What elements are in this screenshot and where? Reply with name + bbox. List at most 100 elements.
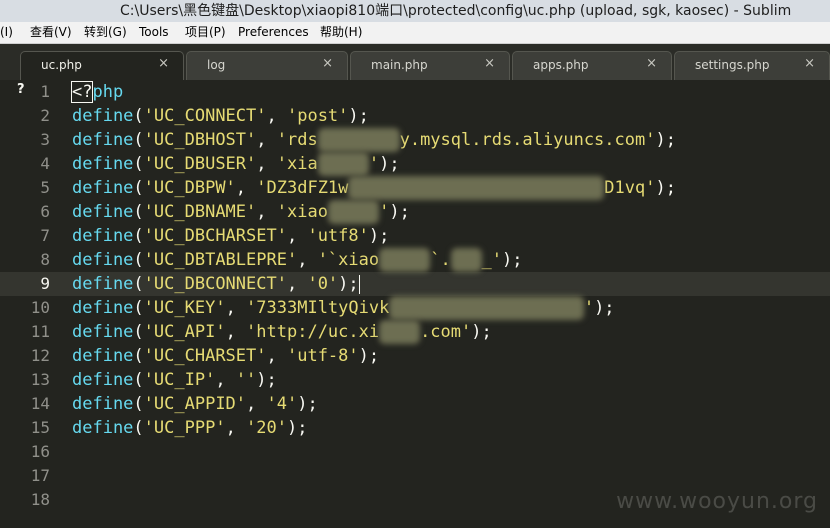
- close-paren: );: [379, 154, 400, 174]
- open-paren: (: [133, 202, 144, 222]
- constant-name: 'UC_DBCHARSET': [143, 226, 287, 246]
- line-number: 14: [30, 394, 50, 413]
- constant-value-rest: .com': [420, 322, 472, 342]
- comma: ,: [286, 274, 308, 294]
- open-paren: (: [133, 178, 144, 198]
- menu-item-project[interactable]: 项目(P): [185, 22, 226, 43]
- code-line-9: define('UC_DBCONNECT', '0');: [72, 272, 360, 296]
- constant-name: 'UC_CONNECT': [143, 106, 267, 126]
- close-paren: );: [348, 106, 369, 126]
- window-title: C:\Users\黑色键盘\Desktop\xiaopi810端口\protec…: [120, 3, 792, 19]
- code-line-7: define('UC_DBCHARSET', 'utf8');: [72, 224, 389, 248]
- line-number: 12: [30, 346, 50, 365]
- close-icon[interactable]: ×: [322, 56, 333, 71]
- code-line-10: define('UC_KEY', '7333MIltyQivkxxxxxxxxx…: [72, 296, 615, 320]
- close-paren: );: [655, 130, 676, 150]
- constant-value: 'DZ3dFZ1w: [256, 178, 349, 198]
- text-cursor: [358, 274, 360, 294]
- code-line-4: define('UC_DBUSER', 'xiaxxxxx');: [72, 152, 400, 176]
- close-paren: );: [594, 298, 615, 318]
- close-paren: );: [389, 202, 410, 222]
- tab-settings-php[interactable]: settings.php ×: [674, 51, 830, 80]
- constant-value-rest: ': [379, 202, 390, 222]
- close-icon[interactable]: ×: [646, 56, 657, 71]
- comma: ,: [297, 250, 318, 270]
- tab-log[interactable]: log ×: [186, 51, 348, 80]
- define-keyword: define: [72, 226, 134, 246]
- redacted-blur: xxxxxxxxxxxxxxxxxxxxxxxxx: [348, 176, 605, 200]
- define-keyword: define: [72, 274, 134, 294]
- tab-label: main.php: [371, 58, 428, 72]
- line-number: 11: [30, 322, 50, 341]
- constant-name: 'UC_IP': [143, 370, 216, 390]
- comma: ,: [246, 394, 267, 414]
- close-paren: );: [287, 418, 308, 438]
- constant-name: 'UC_DBPW': [143, 178, 236, 198]
- constant-name: 'UC_DBUSER': [143, 154, 257, 174]
- menu-item-help[interactable]: 帮助(H): [320, 22, 362, 43]
- tab-label: apps.php: [533, 58, 589, 72]
- define-keyword: define: [72, 250, 134, 270]
- redacted-blur: xxxxx: [317, 152, 369, 176]
- constant-name: 'UC_API': [143, 322, 226, 342]
- open-paren: (: [133, 298, 144, 318]
- line-number: 3: [40, 130, 50, 149]
- define-keyword: define: [72, 202, 134, 222]
- redacted-blur: xxxxx: [327, 200, 380, 224]
- menu-item-preferences[interactable]: Preferences: [238, 22, 309, 43]
- comma: ,: [266, 346, 287, 366]
- constant-name: 'UC_KEY': [143, 298, 226, 318]
- redacted-blur: xxxxx: [379, 248, 431, 272]
- window-titlebar: C:\Users\黑色键盘\Desktop\xiaopi810端口\protec…: [0, 0, 830, 22]
- redacted-blur: xxx: [450, 248, 482, 272]
- code-line-8: define('UC_DBTABLEPRE', '`xiaoxxxxx`.xxx…: [72, 248, 522, 272]
- constant-value: 'http://uc.xi: [246, 322, 380, 342]
- tab-main-php[interactable]: main.php ×: [350, 51, 510, 80]
- menu-item-partial[interactable]: (I): [0, 22, 13, 43]
- constant-name: 'UC_CHARSET': [143, 346, 267, 366]
- comma: ,: [215, 370, 236, 390]
- close-paren: );: [368, 226, 390, 246]
- constant-name: 'UC_DBCONNECT': [143, 274, 287, 294]
- close-icon[interactable]: ×: [158, 56, 169, 71]
- constant-value: '4': [266, 394, 298, 414]
- constant-name: 'UC_DBTABLEPRE': [143, 250, 298, 270]
- code-line-2: define('UC_CONNECT', 'post');: [72, 104, 369, 128]
- constant-value: '7333MIltyQivk: [246, 298, 390, 318]
- comma: ,: [256, 130, 277, 150]
- redacted-blur: xxxxxxxxxxxxxxxxxxx: [389, 296, 584, 320]
- menu-bar: (I) 查看(V) 转到(G) Tools 项目(P) Preferences …: [0, 22, 830, 44]
- constant-value: 'rds: [276, 130, 318, 150]
- define-keyword: define: [72, 130, 134, 150]
- close-paren: );: [297, 394, 318, 414]
- constant-value-mid: `.: [430, 250, 451, 270]
- tab-apps-php[interactable]: apps.php ×: [512, 51, 672, 80]
- line-number: 10: [30, 298, 50, 317]
- close-icon[interactable]: ×: [484, 56, 495, 71]
- code-line-14: define('UC_APPID', '4');: [72, 392, 318, 416]
- tab-label: settings.php: [695, 58, 770, 72]
- line-number: 15: [30, 418, 50, 437]
- define-keyword: define: [72, 418, 134, 438]
- comma: ,: [256, 154, 277, 174]
- define-keyword: define: [72, 370, 134, 390]
- line-number: 2: [40, 106, 50, 125]
- line-number: 4: [40, 154, 50, 173]
- php-keyword: php: [92, 82, 124, 102]
- open-paren: (: [133, 130, 144, 150]
- constant-value-rest: y.mysql.rds.aliyuncs.com': [399, 130, 656, 150]
- constant-value: 'post': [286, 106, 349, 126]
- open-paren: (: [133, 370, 144, 390]
- close-icon[interactable]: ×: [804, 56, 815, 71]
- code-line-5: define('UC_DBPW', 'DZ3dFZ1wxxxxxxxxxxxxx…: [72, 176, 676, 200]
- constant-value: '0': [307, 274, 339, 294]
- line-number: 18: [30, 490, 50, 509]
- open-paren: (: [133, 394, 144, 414]
- tab-label: uc.php: [41, 58, 82, 72]
- menu-item-tools[interactable]: Tools: [139, 22, 169, 43]
- menu-item-goto[interactable]: 转到(G): [84, 22, 127, 43]
- constant-value: '`xiao: [317, 250, 380, 270]
- tab-uc-php[interactable]: uc.php ×: [20, 51, 184, 80]
- open-paren: (: [133, 154, 144, 174]
- menu-item-view[interactable]: 查看(V): [30, 22, 72, 43]
